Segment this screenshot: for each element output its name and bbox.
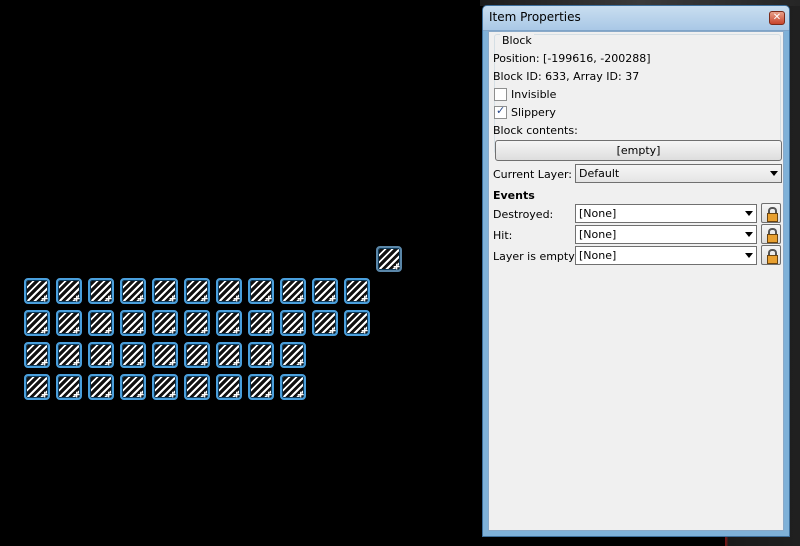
slippery-label: Slippery <box>511 106 556 119</box>
groupbox-label: Block <box>500 34 534 47</box>
block-tile[interactable] <box>248 278 274 305</box>
block-tile[interactable] <box>88 342 114 369</box>
event-value: [None] <box>579 249 617 262</box>
lock-button-layer-empty[interactable] <box>761 245 781 265</box>
block-tile[interactable] <box>88 310 114 337</box>
block-tile[interactable] <box>312 278 338 305</box>
block-tile[interactable] <box>88 374 114 401</box>
block-contents-button[interactable]: [empty] <box>495 140 782 161</box>
block-tile[interactable] <box>248 310 274 337</box>
chevron-down-icon <box>745 253 753 258</box>
block-tile[interactable] <box>184 342 210 369</box>
block-tile[interactable] <box>344 310 370 337</box>
block-tile[interactable] <box>280 310 306 337</box>
block-tile[interactable] <box>24 342 50 369</box>
block-tile[interactable] <box>152 374 178 401</box>
block-tile[interactable] <box>120 374 146 401</box>
event-value: [None] <box>579 207 617 220</box>
chevron-down-icon <box>745 211 753 216</box>
block-tile[interactable] <box>120 342 146 369</box>
block-tile[interactable] <box>24 278 50 305</box>
event-value: [None] <box>579 228 617 241</box>
block-tile[interactable] <box>24 374 50 401</box>
dialog-titlebar[interactable]: Item Properties ✕ <box>483 6 789 31</box>
chevron-down-icon <box>770 171 778 176</box>
event-select-layer-empty[interactable]: [None] <box>575 246 757 265</box>
slippery-checkbox[interactable] <box>494 104 507 119</box>
lock-button-destroyed[interactable] <box>761 203 781 223</box>
block-tile[interactable] <box>152 310 178 337</box>
event-select-hit[interactable]: [None] <box>575 225 757 244</box>
dialog-title: Item Properties <box>489 10 581 24</box>
dialog-client-area: Block Position: [-199616, -200288] Block… <box>488 31 784 531</box>
item-properties-dialog: Item Properties ✕ Block Position: [-1996… <box>482 5 790 537</box>
current-layer-label: Current Layer: <box>493 168 572 181</box>
position-text: Position: [-199616, -200288] <box>493 52 651 65</box>
block-id-text: Block ID: 633, Array ID: 37 <box>493 70 640 83</box>
close-button[interactable]: ✕ <box>769 11 785 25</box>
block-tile[interactable] <box>120 278 146 305</box>
block-tile[interactable] <box>184 310 210 337</box>
close-icon: ✕ <box>772 12 782 23</box>
event-label-destroyed: Destroyed: <box>493 208 554 221</box>
block-tile[interactable] <box>184 374 210 401</box>
block-tile[interactable] <box>152 342 178 369</box>
event-label-hit: Hit: <box>493 229 513 242</box>
invisible-label: Invisible <box>511 88 557 101</box>
invisible-checkbox[interactable] <box>494 88 507 101</box>
block-tile[interactable] <box>56 374 82 401</box>
lock-button-hit[interactable] <box>761 224 781 244</box>
block-tile[interactable] <box>344 278 370 305</box>
block-tile[interactable] <box>88 278 114 305</box>
block-tile[interactable] <box>280 342 306 369</box>
block-tile[interactable] <box>216 310 242 337</box>
block-tile[interactable] <box>248 374 274 401</box>
block-tile[interactable] <box>56 278 82 305</box>
block-tile[interactable] <box>280 374 306 401</box>
block-tile[interactable] <box>184 278 210 305</box>
block-tile[interactable] <box>120 310 146 337</box>
block-tile[interactable] <box>56 310 82 337</box>
block-tile[interactable] <box>24 310 50 337</box>
current-layer-select[interactable]: Default <box>575 164 782 183</box>
event-label-layer-empty: Layer is empty: <box>493 250 578 263</box>
events-heading: Events <box>493 189 535 202</box>
block-tile[interactable] <box>312 310 338 337</box>
event-select-destroyed[interactable]: [None] <box>575 204 757 223</box>
block-tile[interactable] <box>152 278 178 305</box>
block-tile[interactable] <box>216 342 242 369</box>
block-tile[interactable] <box>216 278 242 305</box>
block-tile[interactable] <box>56 342 82 369</box>
block-contents-label: Block contents: <box>493 124 578 137</box>
block-tile[interactable] <box>216 374 242 401</box>
block-tile[interactable] <box>248 342 274 369</box>
chevron-down-icon <box>745 232 753 237</box>
block-tile[interactable] <box>280 278 306 305</box>
block-tile[interactable] <box>376 246 402 273</box>
current-layer-value: Default <box>579 167 620 180</box>
